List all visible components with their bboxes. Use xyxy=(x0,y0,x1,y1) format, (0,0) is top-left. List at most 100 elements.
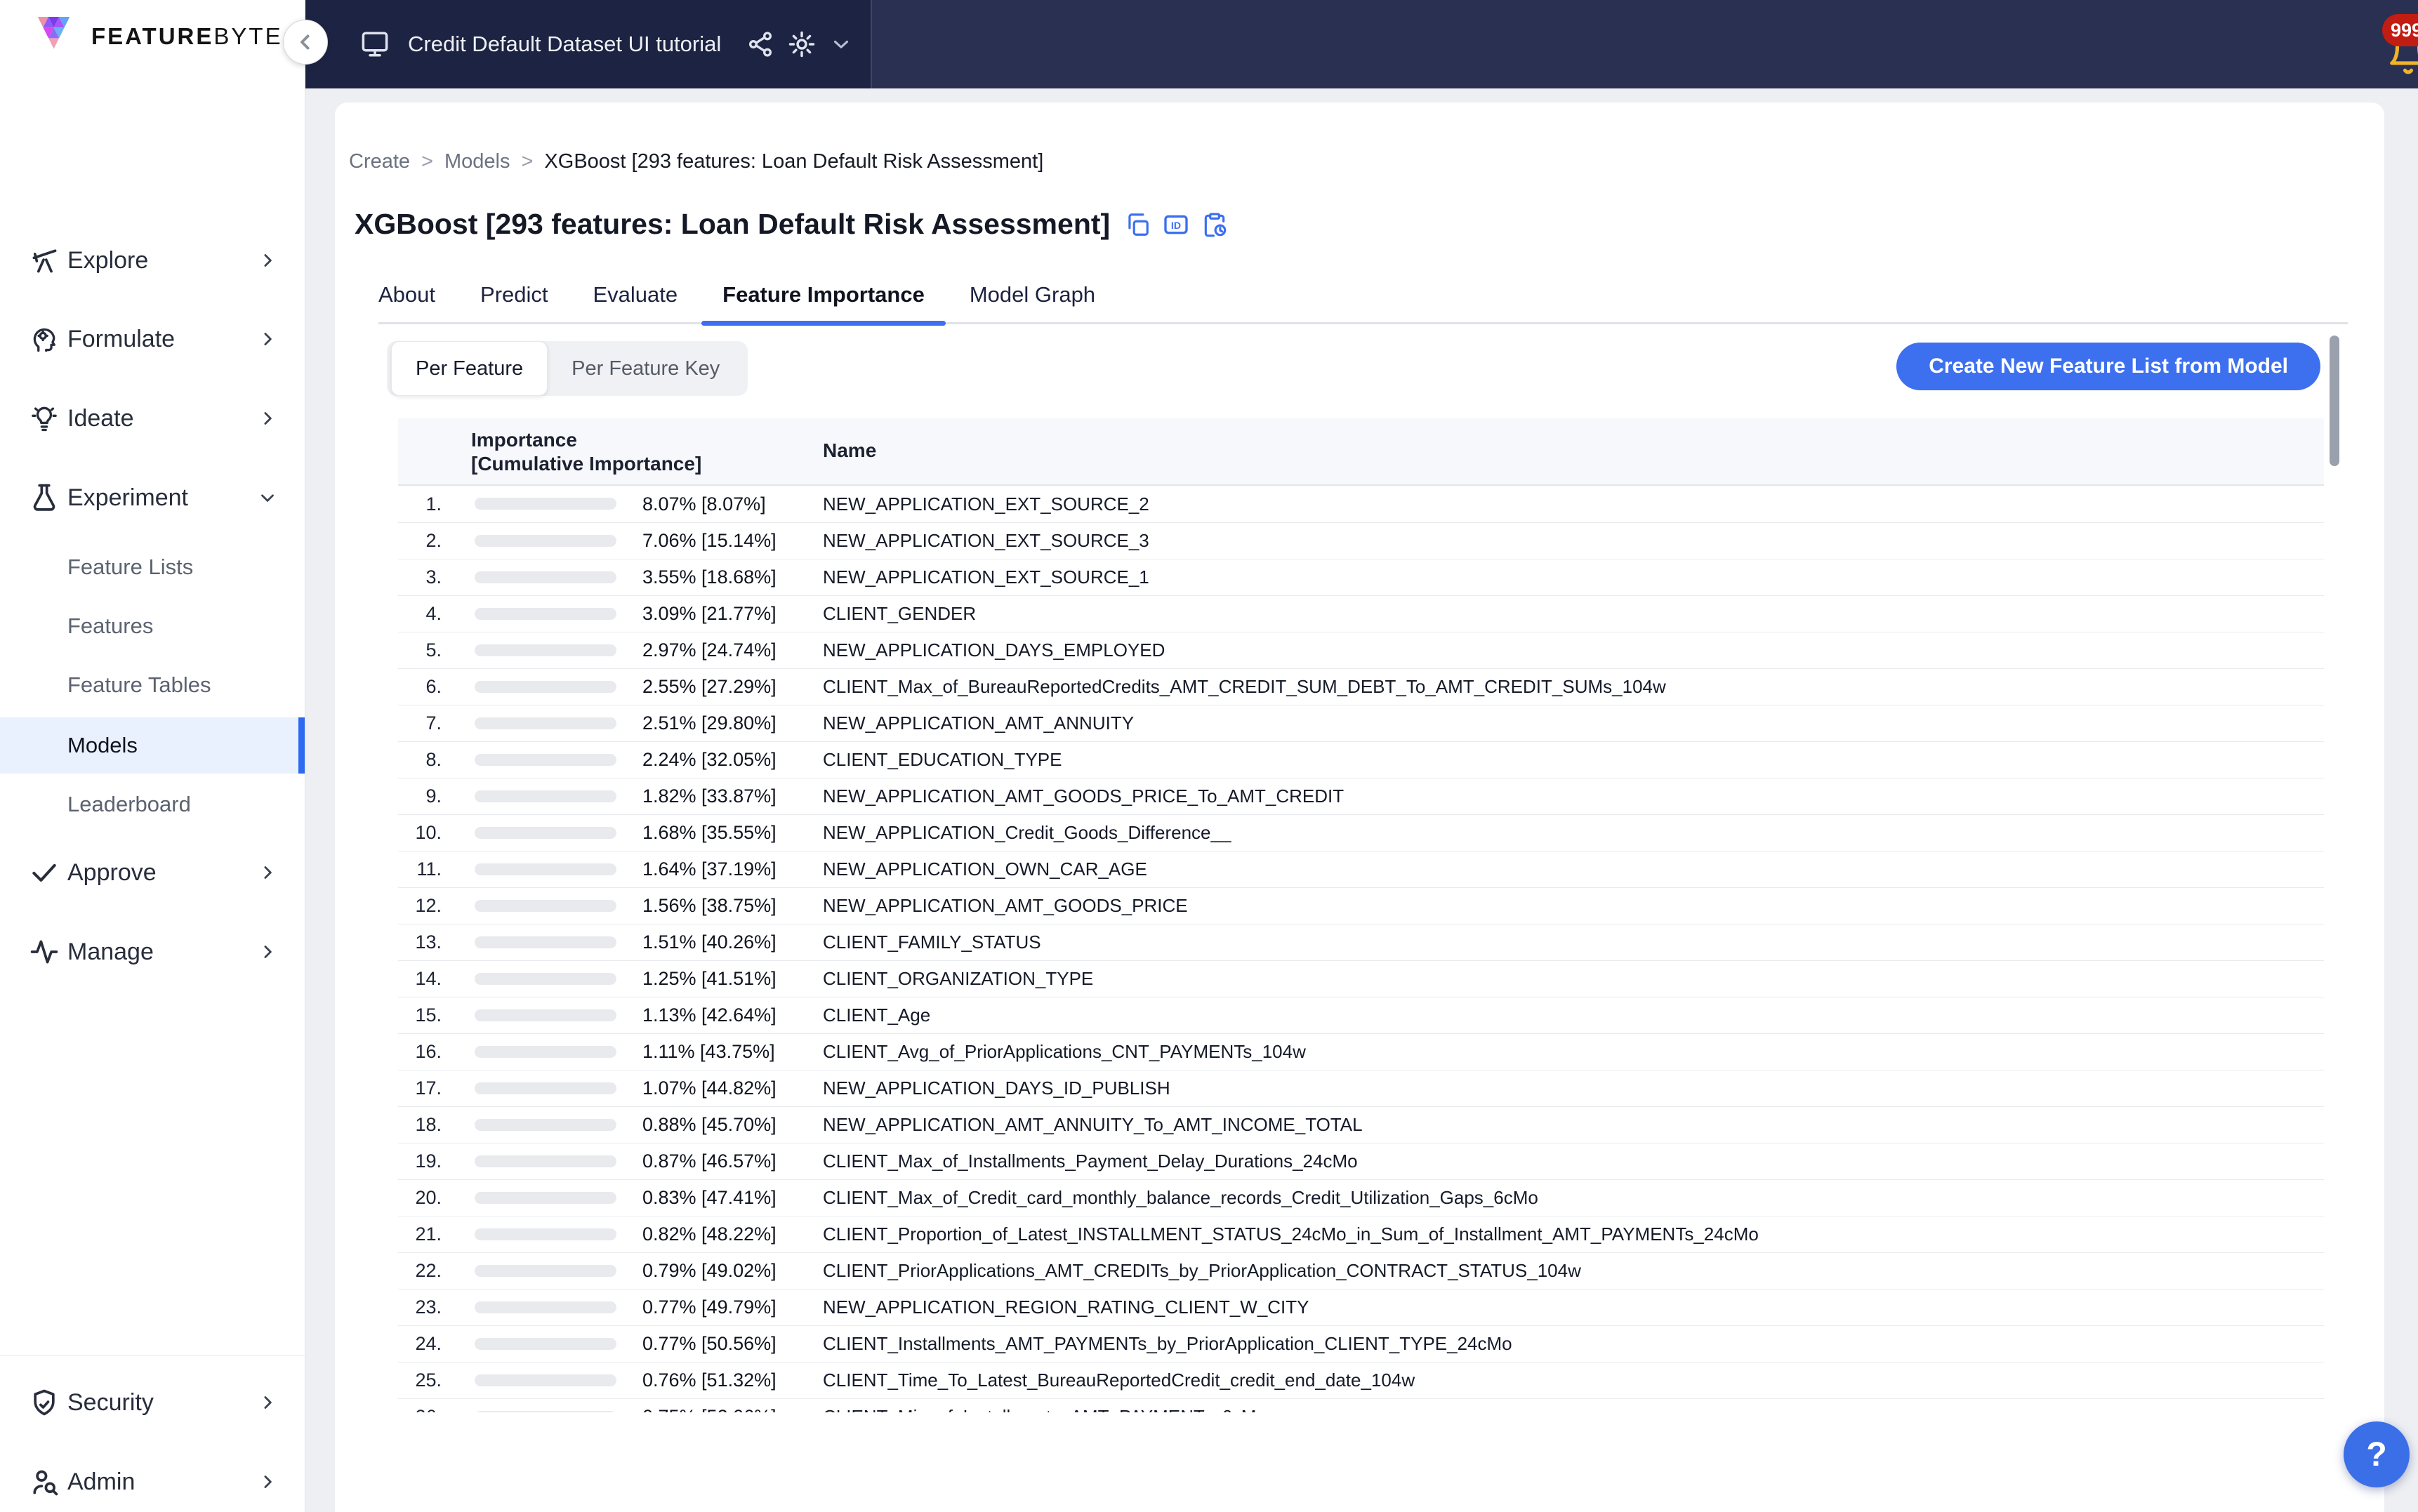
row-importance: 1.64% [37.19%] xyxy=(642,851,777,887)
history-clipboard-icon[interactable] xyxy=(1201,211,1228,238)
tab-feature-importance[interactable]: Feature Importance xyxy=(722,266,925,324)
sidebar-item-security[interactable]: Security xyxy=(0,1381,305,1424)
table-row[interactable]: 24. 0.77% [50.56%] CLIENT_Installments_A… xyxy=(398,1325,2324,1362)
catalog-chevron-down-icon[interactable] xyxy=(829,32,853,56)
importance-bar xyxy=(475,498,616,510)
row-importance: 2.97% [24.74%] xyxy=(642,632,777,668)
tab-evaluate[interactable]: Evaluate xyxy=(593,266,678,324)
table-row[interactable]: 26. 0.75% [52.06%] CLIENT_Min_of_Install… xyxy=(398,1398,2324,1412)
row-name: NEW_APPLICATION_AMT_ANNUITY xyxy=(823,705,1134,741)
table-row[interactable]: 10. 1.68% [35.55%] NEW_APPLICATION_Credi… xyxy=(398,814,2324,851)
importance-bar xyxy=(475,1119,616,1131)
tab-model-graph[interactable]: Model Graph xyxy=(970,266,1095,324)
row-importance: 0.83% [47.41%] xyxy=(642,1180,777,1216)
sidebar-collapse-button[interactable] xyxy=(283,20,328,65)
importance-bar xyxy=(475,1265,616,1277)
table-row[interactable]: 12. 1.56% [38.75%] NEW_APPLICATION_AMT_G… xyxy=(398,887,2324,924)
table-row[interactable]: 3. 3.55% [18.68%] NEW_APPLICATION_EXT_SO… xyxy=(398,559,2324,595)
importance-bar xyxy=(475,1228,616,1240)
row-importance: 0.77% [49.79%] xyxy=(642,1289,777,1325)
table-row[interactable]: 1. 8.07% [8.07%] NEW_APPLICATION_EXT_SOU… xyxy=(398,486,2324,522)
table-header: Importance [Cumulative Importance] Name xyxy=(398,418,2324,486)
row-rank: 2. xyxy=(398,523,442,559)
table-row[interactable]: 17. 1.07% [44.82%] NEW_APPLICATION_DAYS_… xyxy=(398,1070,2324,1106)
toggle-per-feature-key[interactable]: Per Feature Key xyxy=(548,341,744,396)
row-name: CLIENT_EDUCATION_TYPE xyxy=(823,742,1062,778)
row-rank: 10. xyxy=(398,815,442,851)
table-row[interactable]: 23. 0.77% [49.79%] NEW_APPLICATION_REGIO… xyxy=(398,1289,2324,1325)
table-row[interactable]: 25. 0.76% [51.32%] CLIENT_Time_To_Latest… xyxy=(398,1362,2324,1398)
view-toggle: Per Feature Per Feature Key xyxy=(387,341,748,396)
column-header-name: Name xyxy=(823,439,876,462)
table-row[interactable]: 18. 0.88% [45.70%] NEW_APPLICATION_AMT_A… xyxy=(398,1106,2324,1143)
sidebar-item-ideate[interactable]: Ideate xyxy=(0,397,305,440)
table-row[interactable]: 11. 1.64% [37.19%] NEW_APPLICATION_OWN_C… xyxy=(398,851,2324,887)
row-name: CLIENT_Proportion_of_Latest_INSTALLMENT_… xyxy=(823,1216,1759,1252)
settings-gear-icon[interactable] xyxy=(787,29,817,59)
row-name: CLIENT_Installments_AMT_PAYMENTs_by_Prio… xyxy=(823,1326,1512,1362)
row-rank: 3. xyxy=(398,559,442,595)
sidebar-item-features[interactable]: Features xyxy=(0,604,305,648)
table-row[interactable]: 16. 1.11% [43.75%] CLIENT_Avg_of_PriorAp… xyxy=(398,1033,2324,1070)
breadcrumb-models[interactable]: Models xyxy=(444,150,510,173)
chevron-down-icon xyxy=(257,487,278,508)
table-row[interactable]: 22. 0.79% [49.02%] CLIENT_PriorApplicati… xyxy=(398,1252,2324,1289)
chevron-right-icon xyxy=(257,862,278,883)
table-row[interactable]: 20. 0.83% [47.41%] CLIENT_Max_of_Credit_… xyxy=(398,1179,2324,1216)
table-row[interactable]: 19. 0.87% [46.57%] CLIENT_Max_of_Install… xyxy=(398,1143,2324,1179)
sidebar-item-manage[interactable]: Manage xyxy=(0,930,305,974)
help-button[interactable]: ? xyxy=(2344,1421,2410,1487)
activity-icon xyxy=(28,936,60,967)
table-row[interactable]: 5. 2.97% [24.74%] NEW_APPLICATION_DAYS_E… xyxy=(398,632,2324,668)
table-row[interactable]: 14. 1.25% [41.51%] CLIENT_ORGANIZATION_T… xyxy=(398,960,2324,997)
table-row[interactable]: 4. 3.09% [21.77%] CLIENT_GENDER xyxy=(398,595,2324,632)
sidebar-item-experiment[interactable]: Experiment xyxy=(0,476,305,519)
flask-icon xyxy=(28,482,60,513)
table-row[interactable]: 6. 2.55% [27.29%] CLIENT_Max_of_BureauRe… xyxy=(398,668,2324,705)
chevron-right-icon xyxy=(257,250,278,271)
head-gear-icon xyxy=(28,324,60,354)
row-name: CLIENT_FAMILY_STATUS xyxy=(823,924,1041,960)
share-icon[interactable] xyxy=(746,30,774,58)
importance-bar xyxy=(475,608,616,620)
sidebar-item-admin[interactable]: Admin xyxy=(0,1460,305,1504)
row-name: NEW_APPLICATION_AMT_GOODS_PRICE xyxy=(823,888,1188,924)
sidebar-item-formulate[interactable]: Formulate xyxy=(0,317,305,361)
table-row[interactable]: 13. 1.51% [40.26%] CLIENT_FAMILY_STATUS xyxy=(398,924,2324,960)
tab-about[interactable]: About xyxy=(378,266,435,324)
toggle-per-feature[interactable]: Per Feature xyxy=(391,341,548,396)
notifications-button[interactable]: 999+ xyxy=(2375,7,2418,84)
copy-name-icon[interactable] xyxy=(1124,211,1151,238)
importance-bar xyxy=(475,1411,616,1412)
table-row[interactable]: 2. 7.06% [15.14%] NEW_APPLICATION_EXT_SO… xyxy=(398,522,2324,559)
importance-bar xyxy=(475,535,616,547)
table-row[interactable]: 21. 0.82% [48.22%] CLIENT_Proportion_of_… xyxy=(398,1216,2324,1252)
sidebar-item-models[interactable]: Models xyxy=(0,717,305,774)
breadcrumb-create[interactable]: Create xyxy=(349,150,410,173)
breadcrumb-separator: > xyxy=(421,150,433,173)
copy-id-icon[interactable]: ID xyxy=(1162,211,1190,239)
importance-bar xyxy=(475,827,616,839)
create-feature-list-button[interactable]: Create New Feature List from Model xyxy=(1896,343,2320,390)
sidebar-item-explore[interactable]: Explore xyxy=(0,239,305,282)
importance-bar xyxy=(475,973,616,985)
importance-bar xyxy=(475,1338,616,1350)
chevron-right-icon xyxy=(257,1392,278,1413)
row-importance: 3.09% [21.77%] xyxy=(642,596,777,632)
table-row[interactable]: 7. 2.51% [29.80%] NEW_APPLICATION_AMT_AN… xyxy=(398,705,2324,741)
row-name: NEW_APPLICATION_OWN_CAR_AGE xyxy=(823,851,1147,887)
sidebar-item-feature-lists[interactable]: Feature Lists xyxy=(0,545,305,589)
table-row[interactable]: 15. 1.13% [42.64%] CLIENT_Age xyxy=(398,997,2324,1033)
table-row[interactable]: 8. 2.24% [32.05%] CLIENT_EDUCATION_TYPE xyxy=(398,741,2324,778)
logo-mark-icon xyxy=(37,17,80,56)
sidebar-item-leaderboard[interactable]: Leaderboard xyxy=(0,783,305,826)
tab-predict[interactable]: Predict xyxy=(480,266,548,324)
content-scrollbar-thumb[interactable] xyxy=(2330,336,2339,466)
sidebar-item-feature-tables[interactable]: Feature Tables xyxy=(0,663,305,707)
row-name: NEW_APPLICATION_DAYS_ID_PUBLISH xyxy=(823,1070,1170,1106)
row-importance: 2.55% [27.29%] xyxy=(642,669,777,705)
table-row[interactable]: 9. 1.82% [33.87%] NEW_APPLICATION_AMT_GO… xyxy=(398,778,2324,814)
row-rank: 8. xyxy=(398,742,442,778)
sidebar-item-approve[interactable]: Approve xyxy=(0,851,305,894)
row-name: CLIENT_Avg_of_PriorApplications_CNT_PAYM… xyxy=(823,1034,1306,1070)
